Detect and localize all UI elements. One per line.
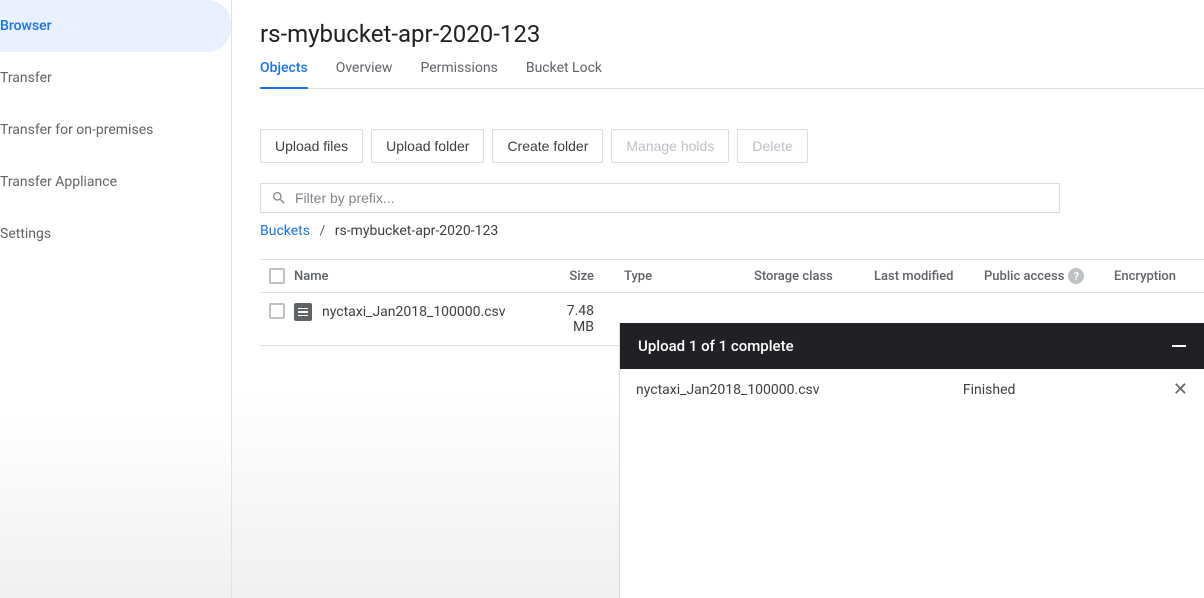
sidebar-item-transfer[interactable]: Transfer	[0, 52, 231, 104]
sidebar: Browser Transfer Transfer for on-premise…	[0, 0, 232, 598]
manage-holds-button: Manage holds	[611, 129, 729, 163]
row-checkbox[interactable]	[269, 303, 285, 319]
delete-button: Delete	[737, 129, 807, 163]
file-name[interactable]: nyctaxi_Jan2018_100000.csv	[322, 304, 506, 320]
tab-objects[interactable]: Objects	[260, 60, 308, 88]
file-size: 7.48 MB	[544, 303, 604, 335]
sidebar-item-transfer-appliance[interactable]: Transfer Appliance	[0, 156, 231, 208]
upload-item-name: nyctaxi_Jan2018_100000.csv	[636, 382, 953, 398]
header-encryption[interactable]: Encryption	[1114, 269, 1194, 284]
select-all-checkbox[interactable]	[269, 268, 285, 284]
header-name[interactable]: Name	[294, 269, 544, 284]
tab-permissions[interactable]: Permissions	[420, 60, 497, 88]
tab-bucket-lock[interactable]: Bucket Lock	[526, 60, 602, 88]
breadcrumb-current: rs-mybucket-apr-2020-123	[335, 223, 499, 239]
sidebar-item-transfer-on-prem[interactable]: Transfer for on-premises	[0, 104, 231, 156]
header-modified[interactable]: Last modified	[874, 269, 984, 284]
page-title: rs-mybucket-apr-2020-123	[260, 0, 1204, 60]
close-icon[interactable]: ✕	[1173, 381, 1188, 399]
header-type[interactable]: Type	[604, 269, 754, 284]
sidebar-item-settings[interactable]: Settings	[0, 208, 231, 260]
header-storage[interactable]: Storage class	[754, 269, 874, 284]
search-icon	[271, 190, 287, 206]
header-size[interactable]: Size	[544, 269, 604, 284]
breadcrumb: Buckets / rs-mybucket-apr-2020-123	[260, 223, 1204, 239]
breadcrumb-sep: /	[319, 223, 325, 239]
file-icon	[294, 303, 312, 321]
breadcrumb-root[interactable]: Buckets	[260, 223, 310, 239]
table-header: Name Size Type Storage class Last modifi…	[260, 260, 1204, 293]
filter-input[interactable]	[295, 190, 1049, 206]
upload-panel-header: Upload 1 of 1 complete	[620, 323, 1204, 369]
upload-panel: Upload 1 of 1 complete nyctaxi_Jan2018_1…	[619, 323, 1204, 598]
sidebar-item-browser[interactable]: Browser	[0, 0, 231, 52]
header-public[interactable]: Public access ?	[984, 268, 1114, 284]
tabs: Objects Overview Permissions Bucket Lock	[260, 60, 1204, 89]
create-folder-button[interactable]: Create folder	[492, 129, 603, 163]
filter-box[interactable]	[260, 183, 1060, 213]
upload-panel-title: Upload 1 of 1 complete	[638, 337, 794, 355]
help-icon[interactable]: ?	[1068, 268, 1084, 284]
upload-folder-button[interactable]: Upload folder	[371, 129, 484, 163]
upload-files-button[interactable]: Upload files	[260, 129, 363, 163]
upload-item: nyctaxi_Jan2018_100000.csv Finished ✕	[620, 369, 1204, 411]
tab-overview[interactable]: Overview	[336, 60, 393, 88]
upload-item-status: Finished	[963, 382, 1163, 398]
toolbar: Upload files Upload folder Create folder…	[260, 129, 1204, 163]
minimize-icon[interactable]	[1172, 345, 1186, 347]
